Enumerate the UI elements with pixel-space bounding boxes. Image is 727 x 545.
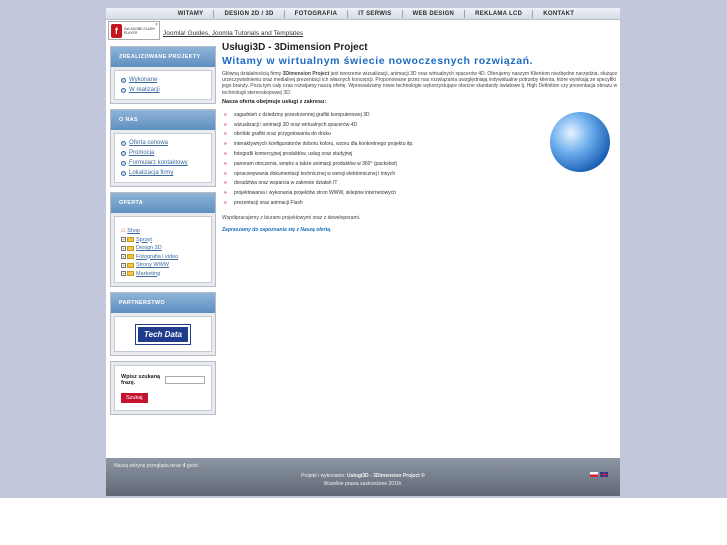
- bullet-icon: [121, 140, 126, 146]
- link-wykonane[interactable]: Wykonane: [121, 75, 205, 85]
- page-container: WITAMY DESIGN 2D / 3D FOTOGRAFIA IT SERW…: [106, 8, 620, 496]
- module-title: O NAS: [111, 110, 215, 130]
- module-search: Wpisz szukaną frazę. Szukaj: [110, 361, 216, 415]
- folder-icon: [127, 262, 134, 268]
- list-item: doradztwa oraz wsparcia w zakresie dział…: [222, 179, 618, 189]
- module-zrealizowane: ZREALIZOWANE PROJEKTY Wykonane W realiza…: [110, 46, 216, 104]
- page-subtitle: Witamy w wirtualnym świecie nowoczesnych…: [222, 55, 534, 67]
- close-icon[interactable]: ×: [155, 22, 158, 28]
- nav-fotografia[interactable]: FOTOGRAFIA: [283, 9, 348, 18]
- home-icon: ⌂: [121, 227, 126, 234]
- folder-icon: [127, 237, 134, 243]
- expand-icon[interactable]: +: [121, 271, 126, 277]
- intro-paragraph: Główną działalnością firmy 3Dimension Pr…: [222, 71, 618, 96]
- module-body: ⌂ Shop + Sprzęt + Design 3D + Fotografia i v…: [114, 216, 212, 283]
- search-button[interactable]: Szukaj: [121, 393, 148, 403]
- expand-icon[interactable]: +: [121, 237, 126, 243]
- module-title: ZREALIZOWANE PROJEKTY: [111, 47, 215, 67]
- search-row: Wpisz szukaną frazę.: [121, 374, 205, 386]
- tree-item-fotografia[interactable]: + Fotografia i video: [121, 253, 205, 262]
- globe-icon: [550, 112, 610, 172]
- polish-flag-icon[interactable]: [590, 472, 598, 477]
- nav-witamy[interactable]: WITAMY: [168, 10, 214, 18]
- bullet-icon: [121, 87, 126, 93]
- folder-icon: [127, 254, 134, 260]
- module-partnerstwo: PARTNERSTWO Tech Data: [110, 292, 216, 356]
- flash-player-text: Get ADOBE FLASH PLAYER: [123, 26, 155, 35]
- list-item: opracowywania dokumentacji technicznej w…: [222, 170, 618, 180]
- nav-kontakt[interactable]: KONTAKT: [532, 9, 584, 18]
- search-input[interactable]: [165, 376, 205, 384]
- tree-item-strony-www[interactable]: + Strony WWW: [121, 261, 205, 270]
- cooperation-text: Współpracujemy z biurami projektowymi or…: [222, 214, 361, 221]
- visitors-counter: Naszą witrynę przegląda teraz 4 gości: [114, 463, 199, 469]
- nav-it-serwis[interactable]: IT SERWIS: [347, 9, 401, 18]
- bullet-icon: [121, 150, 126, 156]
- folder-icon: [127, 271, 134, 277]
- link-formularz[interactable]: Formularz kontaktowy: [121, 158, 205, 168]
- tree-item-marketing[interactable]: + Marketing: [121, 270, 205, 279]
- module-body: Oferta cenowa Promocja Formularz kontakt…: [114, 133, 212, 183]
- rights-text: Wszelkie prawa zastrzeżone 2010r.: [323, 481, 403, 487]
- english-flag-icon[interactable]: [600, 472, 608, 477]
- module-oferta: OFERTA ⌂ Shop + Sprzęt + Design 3D + Fotogra…: [110, 192, 216, 287]
- page-title: Usługi3D - 3Dimension Project: [222, 42, 368, 53]
- module-body: Tech Data: [114, 316, 212, 352]
- list-item: projektowania i wykonania projektów stro…: [222, 189, 618, 199]
- joomla-promo-link[interactable]: Joomla! Guides, Joomla Tutorials and Tem…: [163, 30, 303, 37]
- tech-data-logo[interactable]: Tech Data: [135, 323, 191, 345]
- tree-item-shop[interactable]: ⌂ Shop: [121, 227, 205, 236]
- expand-icon[interactable]: +: [121, 245, 126, 251]
- module-o-nas: O NAS Oferta cenowa Promocja Formularz k…: [110, 109, 216, 187]
- nav-web-design[interactable]: WEB DESIGN: [401, 9, 465, 18]
- offer-heading: Nasza oferta obejmuje usługi z zakresu:: [222, 98, 327, 105]
- nav-design[interactable]: DESIGN 2D / 3D: [213, 9, 283, 18]
- language-switcher: [590, 472, 608, 477]
- brand-name: 3Dimension Project: [282, 71, 330, 77]
- search-label: Wpisz szukaną frazę.: [121, 374, 161, 386]
- expand-icon[interactable]: +: [121, 254, 126, 260]
- top-navigation: WITAMY DESIGN 2D / 3D FOTOGRAFIA IT SERW…: [106, 8, 620, 20]
- tree-item-sprzet[interactable]: + Sprzęt: [121, 236, 205, 245]
- bullet-icon: [121, 77, 126, 83]
- flash-player-badge[interactable]: f Get ADOBE FLASH PLAYER ×: [108, 21, 160, 40]
- link-oferta-cenowa[interactable]: Oferta cenowa: [121, 138, 205, 148]
- link-lokalizacja[interactable]: Lokalizacja firmy: [121, 168, 205, 178]
- tree-item-design-3d[interactable]: + Design 3D: [121, 244, 205, 253]
- sidebar: ZREALIZOWANE PROJEKTY Wykonane W realiza…: [110, 46, 216, 420]
- folder-icon: [127, 245, 134, 251]
- module-body: Wykonane W realizacji: [114, 70, 212, 100]
- module-title: PARTNERSTWO: [111, 293, 215, 313]
- link-promocja[interactable]: Promocja: [121, 148, 205, 158]
- footer-credits: Projekt i wykonanie: Usługi3D - 3Dimensi…: [106, 472, 620, 488]
- module-body: Wpisz szukaną frazę. Szukaj: [114, 365, 212, 411]
- credits-name: Usługi3D - 3Dimension Project ©: [346, 473, 425, 479]
- module-title: OFERTA: [111, 193, 215, 213]
- list-item: prezentacji oraz animacji Flash: [222, 199, 618, 209]
- bullet-icon: [121, 170, 126, 176]
- nav-reklama-lcd[interactable]: REKLAMA LCD: [464, 9, 532, 18]
- link-w-realizacji[interactable]: W realizacji: [121, 85, 205, 95]
- flash-player-icon: f: [111, 23, 122, 38]
- expand-icon[interactable]: +: [121, 262, 126, 268]
- footer: Naszą witrynę przegląda teraz 4 gości Pr…: [106, 458, 620, 496]
- bullet-icon: [121, 160, 126, 166]
- invite-link[interactable]: Zapraszamy do zapoznania się z Naszą ofe…: [222, 227, 618, 233]
